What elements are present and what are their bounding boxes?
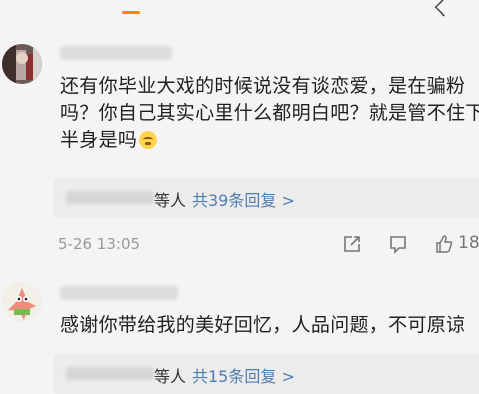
comment-meta-bar: 5-26 13:05 18 (0, 230, 479, 260)
reply-names-blurred (66, 191, 154, 204)
avatar-image (2, 44, 42, 84)
reply-etc-label: 等人 (154, 191, 187, 210)
avatar-image (2, 282, 42, 322)
comment-text: 感谢你带给我的美好回忆，人品问题，不可原谅 (60, 314, 466, 336)
comment-text-content: 还有你毕业大戏的时候说没有谈恋爱，是在骗粉吗？你自己其实心里什么都明白吧？就是管… (60, 75, 479, 151)
timestamp: 5-26 13:05 (58, 235, 141, 253)
sad-emoji-icon (139, 131, 158, 149)
comment-text: 还有你毕业大戏的时候说没有谈恋爱，是在骗粉吗？你自己其实心里什么都明白吧？就是管… (60, 73, 479, 154)
comment-icon[interactable] (388, 234, 408, 254)
active-tab-indicator (122, 11, 140, 14)
like-icon[interactable] (434, 234, 454, 254)
reply-count-link[interactable]: 共39条回复 > (192, 187, 295, 211)
reply-count-link[interactable]: 共15条回复 > (192, 363, 295, 387)
reply-names-blurred (66, 367, 154, 380)
like-count: 18 (458, 233, 479, 253)
top-tab-bar: ㄑ (0, 0, 479, 22)
reply-etc-label: 等人 (154, 367, 187, 386)
more-icon[interactable]: ㄑ (430, 0, 450, 21)
username-blurred[interactable] (60, 46, 172, 60)
reply-summary-box[interactable]: 等人 共39条回复 > (54, 178, 479, 218)
avatar[interactable] (2, 282, 42, 322)
reply-summary-box[interactable]: 等人 共15条回复 > (54, 354, 479, 394)
share-icon[interactable] (342, 234, 362, 254)
avatar[interactable] (2, 44, 42, 84)
username-blurred[interactable] (60, 286, 178, 300)
